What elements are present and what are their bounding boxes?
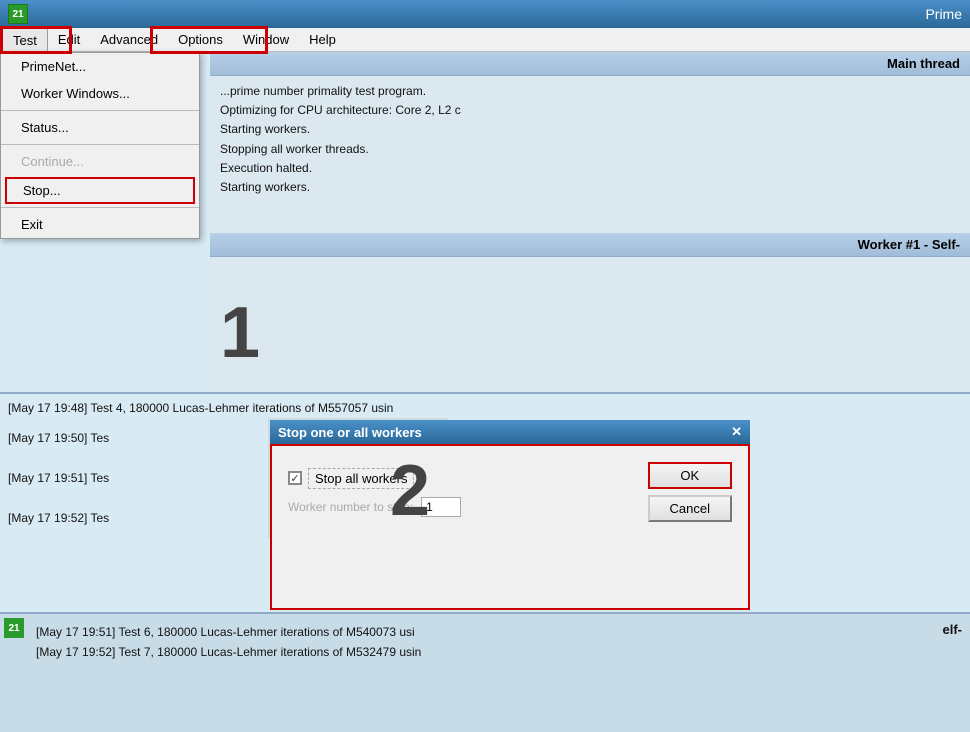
bottom-section: 21 [May 17 19:51] Test 6, 180000 Lucas-L… (0, 612, 970, 732)
main-window: 21 Prime Test Edit Advanced Options Wind… (0, 0, 970, 732)
stop-dialog: Stop one or all workers ✕ Stop all worke… (270, 420, 750, 610)
step1-badge: 1 (220, 292, 260, 374)
stop-all-label: Stop all workers (308, 468, 414, 489)
menu-test[interactable]: Test (2, 28, 48, 52)
menu-worker-windows[interactable]: Worker Windows... (1, 80, 199, 107)
separator-2 (1, 144, 199, 145)
worker-number-label: Worker number to stop: (288, 500, 413, 514)
log-line-1: Optimizing for CPU architecture: Core 2,… (220, 101, 960, 120)
bottom-log-1: [May 17 19:52] Test 7, 180000 Lucas-Lehm… (36, 642, 962, 662)
log-line-3: Stopping all worker threads. (220, 140, 960, 159)
log-line-main-0: [May 17 19:48] Test 4, 180000 Lucas-Lehm… (8, 398, 962, 418)
checkbox-area: Stop all workers (288, 468, 648, 489)
menu-primenet[interactable]: PrimeNet... (1, 53, 199, 80)
separator-3 (1, 207, 199, 208)
ok-button[interactable]: OK (648, 462, 732, 489)
stop-all-checkbox[interactable] (288, 471, 302, 485)
bottom-log: [May 17 19:51] Test 6, 180000 Lucas-Lehm… (28, 618, 970, 667)
separator-1 (1, 110, 199, 111)
menu-exit[interactable]: Exit (1, 211, 199, 238)
menu-bar: Test Edit Advanced Options Window Help P… (0, 28, 970, 52)
log-line-4: Execution halted. (220, 159, 960, 178)
menu-edit[interactable]: Edit (48, 28, 90, 52)
app-icon: 21 (8, 4, 28, 24)
menu-window[interactable]: Window (233, 28, 299, 52)
app-title: Prime (34, 6, 962, 22)
main-thread-header: Main thread (210, 52, 970, 76)
log-line-2: Starting workers. (220, 120, 960, 139)
worker-input-row: Worker number to stop: (288, 497, 648, 517)
dialog-buttons: OK Cancel (648, 462, 732, 522)
menu-advanced[interactable]: Advanced (90, 28, 168, 52)
dialog-main-row: Stop all workers Worker number to stop: … (288, 462, 732, 522)
dialog-close-button[interactable]: ✕ (731, 424, 742, 440)
menu-options[interactable]: Options (168, 28, 233, 52)
cancel-button[interactable]: Cancel (648, 495, 732, 522)
bottom-right-label: elf- (935, 618, 970, 641)
menu-status[interactable]: Status... (1, 114, 199, 141)
bottom-icon: 21 (4, 618, 24, 638)
main-thread-content: ...prime number primality test program. … (210, 76, 970, 203)
dialog-body: Stop all workers Worker number to stop: … (270, 444, 750, 610)
menu-continue[interactable]: Continue... (1, 148, 199, 175)
main-thread-panel: Main thread ...prime number primality te… (210, 52, 970, 392)
dialog-title: Stop one or all workers ✕ (270, 420, 750, 444)
log-line-0: ...prime number primality test program. (220, 82, 960, 101)
bottom-log-0: [May 17 19:51] Test 6, 180000 Lucas-Lehm… (36, 622, 962, 642)
worker-number-input[interactable] (421, 497, 461, 517)
log-line-5: Starting workers. (220, 178, 960, 197)
worker-panel-header: Worker #1 - Self- (210, 233, 970, 257)
test-dropdown: PrimeNet... Worker Windows... Status... … (0, 52, 200, 239)
title-bar: 21 Prime (0, 0, 970, 28)
menu-stop[interactable]: Stop... (5, 177, 195, 204)
menu-help[interactable]: Help (299, 28, 346, 52)
